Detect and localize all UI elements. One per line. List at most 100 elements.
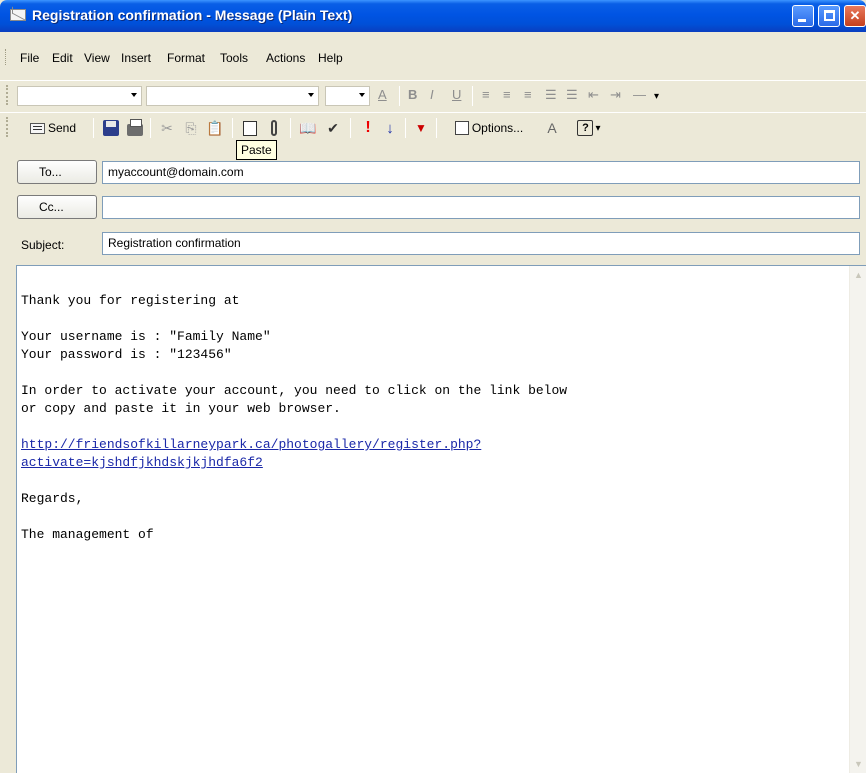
vertical-scrollbar[interactable]: ▲ ▼: [849, 266, 866, 773]
menu-view[interactable]: View: [84, 51, 110, 65]
print-icon: [127, 119, 143, 136]
font-size-dropdown[interactable]: [325, 86, 370, 106]
options-icon: [454, 121, 469, 135]
toolbar-options-chevron-icon[interactable]: ▾: [654, 91, 659, 102]
options-label: Options...: [471, 121, 524, 135]
numbered-list-icon[interactable]: ☰: [545, 87, 557, 103]
align-center-icon[interactable]: ≡: [503, 87, 511, 102]
options-button[interactable]: Options...: [444, 117, 534, 139]
paste-button[interactable]: 📋: [205, 117, 225, 139]
minimize-button[interactable]: [792, 5, 814, 27]
address-book-button[interactable]: 📖: [298, 117, 318, 139]
align-right-icon[interactable]: ≡: [524, 87, 532, 102]
message-body[interactable]: Thank you for registering at Your userna…: [16, 265, 866, 773]
down-arrow-icon: ↓: [386, 119, 394, 137]
scroll-down-icon[interactable]: ▼: [851, 757, 866, 772]
copy-button[interactable]: ⎘: [181, 117, 201, 139]
exclamation-icon: !: [365, 119, 371, 136]
help-icon: ?: [577, 120, 594, 136]
chevron-down-icon: ▾: [595, 122, 601, 134]
activation-link[interactable]: http://friendsofkillarneypark.ca/photoga…: [21, 437, 481, 452]
formatting-toolbar: A B I U ≡ ≡ ≡ ☰ ☰ ⇤ ⇥ — ▾: [0, 80, 866, 108]
menu-format[interactable]: Format: [167, 51, 205, 65]
person-check-icon: ✔: [327, 119, 339, 136]
decrease-indent-icon[interactable]: ⇤: [588, 87, 599, 103]
font-color-icon[interactable]: A: [378, 87, 387, 102]
flag-icon: ▼: [415, 121, 427, 135]
body-line: In order to activate your account, you n…: [21, 383, 568, 398]
clipboard-icon: 📋: [206, 119, 224, 136]
body-line: or copy and paste it in your web browser…: [21, 401, 341, 416]
high-importance-button[interactable]: !: [358, 117, 378, 139]
check-names-button[interactable]: [240, 117, 260, 139]
increase-indent-icon[interactable]: ⇥: [610, 87, 621, 103]
window-title: Registration confirmation - Message (Pla…: [32, 7, 353, 23]
chevron-down-icon: [359, 93, 365, 97]
minimize-icon: [798, 19, 806, 22]
horizontal-line-icon[interactable]: —: [633, 87, 646, 102]
toolbar-grip: [6, 117, 9, 137]
low-importance-button[interactable]: ↓: [380, 117, 400, 139]
body-left-margin: [0, 265, 16, 773]
subject-field[interactable]: Registration confirmation: [102, 232, 860, 255]
paperclip-icon: [271, 120, 277, 136]
toolbar-grip: [6, 85, 9, 105]
toolbar-separator: [405, 118, 406, 138]
chevron-down-icon: [308, 93, 314, 97]
toolbar-separator: [232, 118, 233, 138]
toolbar-separator: [290, 118, 291, 138]
flag-button[interactable]: ▼: [411, 117, 431, 139]
align-left-icon[interactable]: ≡: [482, 87, 490, 102]
menu-tools[interactable]: Tools: [220, 51, 248, 65]
attach-button[interactable]: [266, 117, 282, 139]
cut-button[interactable]: ✂: [157, 117, 177, 139]
to-button[interactable]: To...: [17, 160, 97, 184]
body-line: Your username is : "Family Name": [21, 329, 271, 344]
save-icon: [103, 120, 119, 136]
scroll-up-icon[interactable]: ▲: [851, 268, 866, 283]
send-button[interactable]: Send: [18, 117, 88, 139]
font-size-increase-button[interactable]: A: [542, 117, 562, 139]
toolbar-separator: [436, 118, 437, 138]
print-button[interactable]: [125, 117, 145, 139]
toolbar-separator: [399, 86, 400, 106]
address-book-icon: 📖: [299, 119, 317, 136]
menu-edit[interactable]: Edit: [52, 51, 73, 65]
copy-icon: ⎘: [185, 119, 197, 136]
menu-file[interactable]: File: [20, 51, 39, 65]
check-names-tool-button[interactable]: ✔: [322, 117, 344, 139]
envelope-icon: [10, 9, 26, 21]
underline-icon[interactable]: U: [452, 87, 461, 102]
menu-grip: [5, 49, 8, 65]
message-text: Thank you for registering at Your userna…: [21, 292, 841, 544]
send-label: Send: [47, 121, 77, 135]
bold-icon[interactable]: B: [408, 87, 417, 102]
body-line: Your password is : "123456": [21, 347, 232, 362]
close-icon: ✕: [849, 8, 861, 23]
font-a-icon: A: [547, 120, 557, 136]
help-button[interactable]: ? ▾: [572, 117, 606, 139]
cc-button[interactable]: Cc...: [17, 195, 97, 219]
save-button[interactable]: [101, 117, 121, 139]
maximize-icon: [824, 10, 835, 21]
cc-field[interactable]: [102, 196, 860, 219]
toolbar-separator: [472, 86, 473, 106]
to-field[interactable]: myaccount@domain.com: [102, 161, 860, 184]
title-bar: Registration confirmation - Message (Pla…: [0, 0, 866, 32]
style-dropdown[interactable]: [17, 86, 142, 106]
chevron-down-icon: [131, 93, 137, 97]
close-button[interactable]: ✕: [844, 5, 866, 27]
menu-help[interactable]: Help: [318, 51, 343, 65]
body-line: Thank you for registering at: [21, 293, 240, 308]
menu-actions[interactable]: Actions: [266, 51, 305, 65]
menu-insert[interactable]: Insert: [121, 51, 151, 65]
body-line: The management of: [21, 527, 154, 542]
maximize-button[interactable]: [818, 5, 840, 27]
italic-icon[interactable]: I: [430, 87, 434, 102]
activation-link[interactable]: activate=kjshdfjkhdskjkjhdfa6f2: [21, 455, 263, 470]
font-dropdown[interactable]: [146, 86, 319, 106]
bullet-list-icon[interactable]: ☰: [566, 87, 578, 103]
body-line: Regards,: [21, 491, 84, 506]
subject-label: Subject:: [21, 238, 65, 252]
toolbar-separator: [350, 118, 351, 138]
